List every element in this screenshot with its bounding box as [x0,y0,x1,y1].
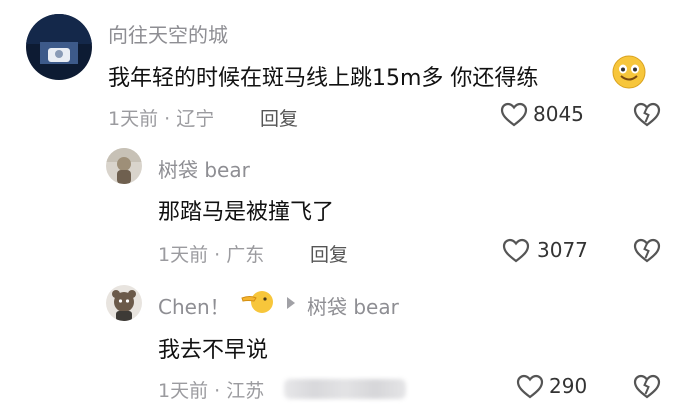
like-count: 3077 [537,238,588,262]
comment-text: 我去不早说 [158,338,269,363]
broken-heart-icon [633,374,661,399]
like-button[interactable]: 8045 [500,100,600,130]
comment-text: 我年轻的时候在斑马线上跳15m多 你还得练 [108,66,539,91]
avatar-commenter-3[interactable] [106,285,142,321]
comment-username[interactable]: 树袋 bear [158,154,250,183]
dislike-button[interactable] [632,101,662,129]
triangle-right-icon [285,295,297,311]
comment-text: 那踏马是被撞飞了 [158,200,335,225]
heart-outline-icon [500,102,528,127]
avatar-commenter-1[interactable] [26,14,92,80]
grinning-emoji-icon [612,55,646,89]
like-button[interactable]: 3077 [502,236,602,266]
heart-outline-icon [516,374,544,399]
reply-button[interactable]: 回复 [310,240,348,267]
comment-time-location: 1天前 · 江苏 [158,380,265,402]
dislike-button[interactable] [632,237,662,265]
username-emoji-icon [240,286,274,318]
comment-time-location: 1天前 · 广东 [158,244,265,266]
like-button[interactable]: 290 [516,372,606,402]
like-count: 290 [549,374,588,398]
broken-heart-icon [633,238,661,263]
heart-outline-icon [502,238,530,263]
reply-button[interactable]: 回复 [260,104,298,131]
comment-time-location: 1天前 · 辽宁 [108,108,215,130]
like-count: 8045 [533,102,584,126]
comment-username[interactable]: 向往天空的城 [108,19,228,48]
broken-heart-icon [633,102,661,127]
comment-username[interactable]: Chen！ [158,291,230,320]
reply-to-username[interactable]: 树袋 bear [307,291,399,320]
blurred-content [284,379,406,399]
dislike-button[interactable] [632,373,662,401]
avatar-commenter-2[interactable] [106,148,142,184]
